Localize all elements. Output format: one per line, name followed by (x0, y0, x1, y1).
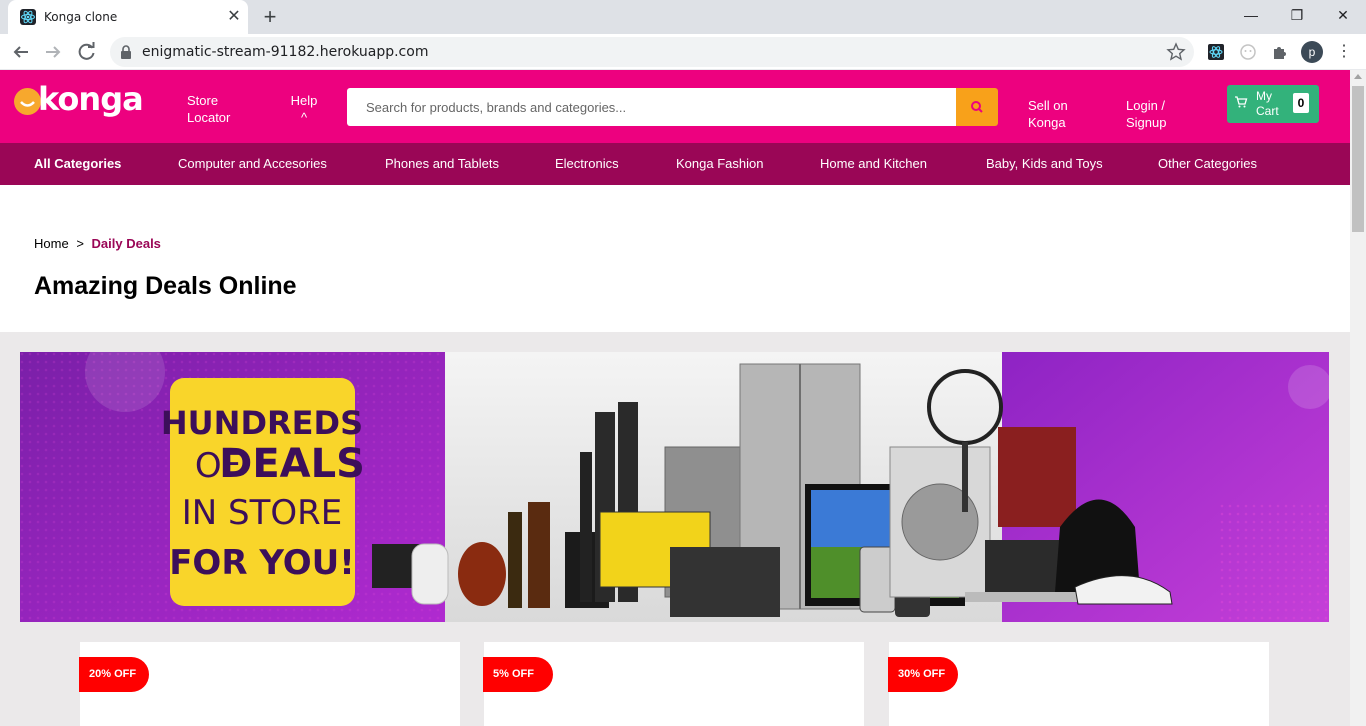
tab-close-icon[interactable]: ✕ (225, 8, 243, 26)
discount-badge: 20% OFF (79, 657, 149, 692)
browser-tab[interactable]: Konga clone ✕ (8, 0, 248, 34)
sell-on-konga-link[interactable]: Sell on Konga (1028, 97, 1088, 131)
profile-avatar[interactable]: p (1301, 41, 1323, 63)
search-box (347, 88, 956, 126)
store-locator-link[interactable]: Store Locator (187, 92, 247, 126)
page-scrollbar[interactable] (1350, 70, 1366, 726)
deals-banner[interactable]: HUNDREDS OF DEALS IN STORE FOR YOU! (20, 352, 1329, 622)
deal-card[interactable]: 5% OFF (483, 642, 864, 726)
react-icon (20, 9, 36, 25)
window-close-icon[interactable]: ✕ (1320, 0, 1366, 30)
breadcrumb-separator: > (76, 236, 84, 251)
browser-menu-icon[interactable]: ⋮ (1336, 43, 1352, 61)
url-text: enigmatic-stream-91182.herokuapp.com (142, 44, 429, 60)
banner-line4: FOR YOU! (169, 543, 355, 583)
category-all[interactable]: All Categories (34, 156, 121, 171)
category-computer[interactable]: Computer and Accesories (178, 156, 327, 171)
category-nav: All Categories Computer and Accesories P… (0, 143, 1350, 185)
address-bar[interactable]: enigmatic-stream-91182.herokuapp.com (110, 37, 1194, 67)
lock-icon (121, 45, 131, 59)
search-icon (971, 101, 983, 113)
page: konga Store Locator Help ^ Sell on Konga… (0, 70, 1350, 726)
logo-text: konga (38, 80, 144, 118)
forward-arrow-icon[interactable] (40, 39, 66, 65)
breadcrumb-home[interactable]: Home (34, 236, 69, 251)
minimize-icon[interactable]: — (1228, 0, 1274, 30)
banner-line3: IN STORE (182, 493, 343, 533)
cart-button[interactable]: My Cart 0 (1227, 85, 1319, 123)
new-tab-icon[interactable]: + (258, 5, 282, 29)
site-header: konga Store Locator Help ^ Sell on Konga… (0, 70, 1350, 143)
category-home-kitchen[interactable]: Home and Kitchen (820, 156, 927, 171)
help-caret-icon: ^ (300, 110, 308, 125)
browser-toolbar: enigmatic-stream-91182.herokuapp.com p ⋮ (0, 34, 1366, 70)
extension-face-icon[interactable] (1238, 42, 1258, 62)
restore-icon[interactable]: ❐ (1274, 0, 1320, 30)
discount-badge: 5% OFF (483, 657, 553, 692)
search-button[interactable] (956, 88, 998, 126)
back-arrow-icon[interactable] (8, 39, 34, 65)
browser-tab-bar: Konga clone ✕ + — ❐ ✕ (0, 0, 1366, 34)
deal-card[interactable]: 20% OFF (79, 642, 460, 726)
page-title: Amazing Deals Online (34, 272, 297, 300)
puzzle-extensions-icon[interactable] (1270, 42, 1290, 62)
category-other[interactable]: Other Categories (1158, 156, 1257, 171)
category-electronics[interactable]: Electronics (555, 156, 619, 171)
login-signup-link[interactable]: Login / Signup (1126, 97, 1186, 131)
help-label: Help (290, 93, 318, 108)
konga-logo[interactable]: konga (14, 80, 146, 124)
discount-badge: 30% OFF (888, 657, 958, 692)
banner-line2b: DEALS (219, 441, 365, 487)
scroll-thumb[interactable] (1352, 86, 1364, 232)
cart-label: My Cart (1256, 89, 1279, 118)
category-baby-kids[interactable]: Baby, Kids and Toys (986, 156, 1103, 171)
cart-count-badge: 0 (1293, 93, 1309, 113)
reload-icon[interactable] (74, 39, 100, 65)
deals-section: HUNDREDS OF DEALS IN STORE FOR YOU! 20% … (0, 332, 1350, 726)
category-fashion[interactable]: Konga Fashion (676, 156, 763, 171)
search-input[interactable] (347, 88, 956, 126)
help-menu[interactable]: Help ^ (290, 92, 318, 126)
cart-icon (1235, 96, 1248, 108)
react-devtools-extension-icon[interactable] (1206, 42, 1226, 62)
logo-smile-icon (14, 88, 41, 115)
category-phones[interactable]: Phones and Tablets (385, 156, 499, 171)
banner-line1: HUNDREDS (161, 404, 363, 442)
scroll-up-icon[interactable] (1354, 74, 1362, 79)
bookmark-star-icon[interactable] (1166, 42, 1186, 62)
tab-title: Konga clone (44, 10, 118, 24)
breadcrumb-current: Daily Deals (91, 236, 161, 251)
breadcrumb: Home > Daily Deals (34, 236, 161, 251)
deal-card[interactable]: 30% OFF (888, 642, 1269, 726)
